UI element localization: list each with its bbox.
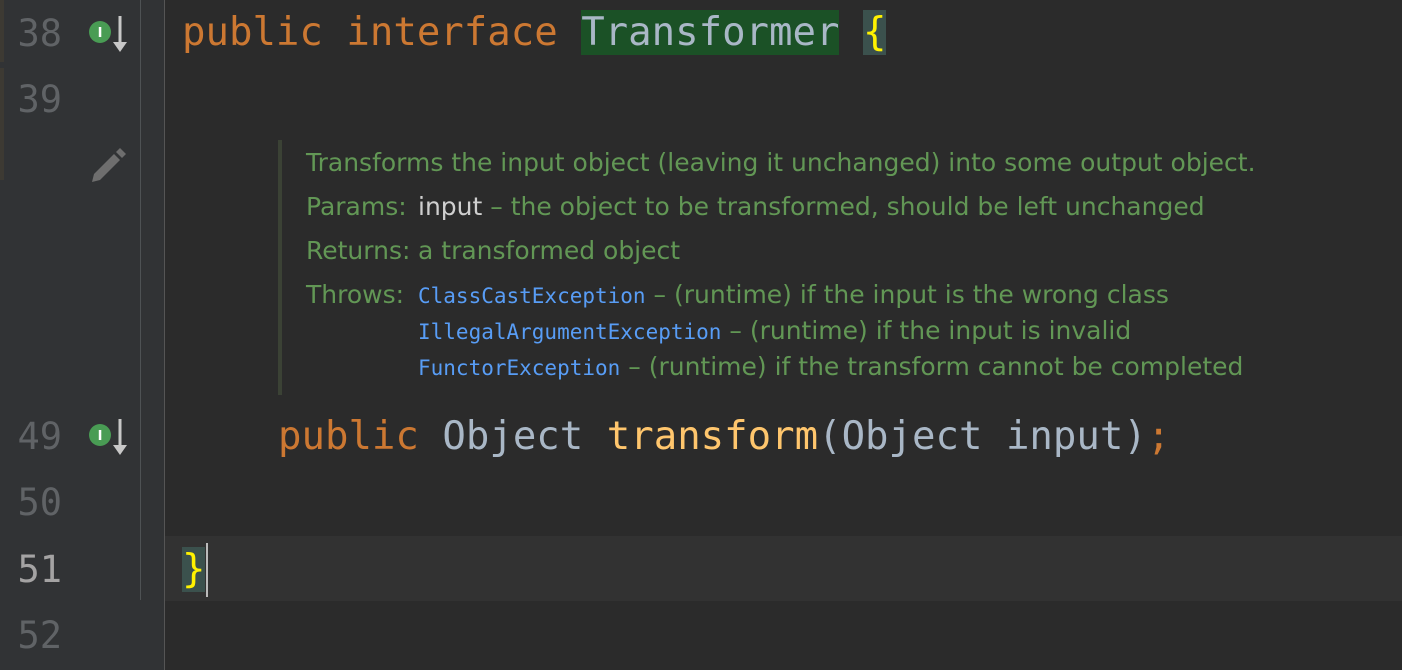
line-number[interactable]: 49 xyxy=(0,404,62,470)
rendered-javadoc[interactable]: Transforms the input object (leaving it … xyxy=(278,140,1372,395)
keyword-public: public xyxy=(278,414,419,459)
open-paren: ( xyxy=(818,414,842,459)
svg-text:I: I xyxy=(98,429,103,444)
doc-returns-desc: a transformed object xyxy=(418,236,681,265)
doc-exception-desc: – (runtime) if the input is invalid xyxy=(721,316,1132,345)
doc-exception-link[interactable]: IllegalArgumentException xyxy=(418,320,721,344)
param-name: input xyxy=(1005,414,1124,459)
doc-param: input – the object to be transformed, sh… xyxy=(418,192,1205,221)
line-number-current[interactable]: 51 xyxy=(0,537,62,603)
doc-summary: Transforms the input object (leaving it … xyxy=(306,148,1256,177)
doc-param-desc: – the object to be transformed, should b… xyxy=(482,192,1205,221)
keyword-interface: interface xyxy=(346,10,558,55)
doc-returns-label: Returns: xyxy=(306,236,411,265)
line-number[interactable]: 52 xyxy=(0,603,62,669)
line-number[interactable]: 39 xyxy=(0,67,62,133)
code-line-49[interactable]: public Object transform(Object input); xyxy=(278,404,1170,470)
return-type: Object xyxy=(442,414,584,459)
doc-throws-item: IllegalArgumentException – (runtime) if … xyxy=(418,316,1131,345)
line-number[interactable]: 50 xyxy=(0,470,62,536)
keyword-public: public xyxy=(182,10,323,55)
svg-text:I: I xyxy=(98,26,103,41)
doc-exception-desc: – (runtime) if the transform cannot be c… xyxy=(620,352,1244,381)
method-name[interactable]: transform xyxy=(607,414,818,459)
implemented-interface-icon[interactable]: I xyxy=(86,12,130,56)
doc-throws-item: ClassCastException – (runtime) if the in… xyxy=(418,280,1169,309)
doc-params-label: Params: xyxy=(306,192,407,221)
implemented-method-icon[interactable]: I xyxy=(86,415,130,459)
fold-guide xyxy=(140,0,141,600)
doc-param-name: input xyxy=(418,192,483,221)
line-number[interactable]: 38 xyxy=(0,1,62,67)
open-brace: { xyxy=(862,10,887,55)
doc-throws-item: FunctorException – (runtime) if the tran… xyxy=(418,352,1243,381)
param-type: Object xyxy=(841,414,983,459)
doc-exception-desc: – (runtime) if the input is the wrong cl… xyxy=(645,280,1169,309)
current-line-highlight xyxy=(165,536,1402,601)
code-line-51[interactable]: } xyxy=(182,537,206,603)
close-paren: ) xyxy=(1123,414,1147,459)
doc-exception-link[interactable]: FunctorException xyxy=(418,356,620,380)
semicolon: ; xyxy=(1146,414,1171,459)
text-caret xyxy=(206,543,208,597)
edit-doc-pencil-icon[interactable] xyxy=(88,144,128,184)
close-brace: } xyxy=(182,547,206,592)
code-line-38[interactable]: public interface Transformer { xyxy=(182,0,887,66)
doc-exception-link[interactable]: ClassCastException xyxy=(418,284,646,308)
doc-throws-label: Throws: xyxy=(306,280,405,309)
class-name[interactable]: Transformer xyxy=(581,10,840,55)
